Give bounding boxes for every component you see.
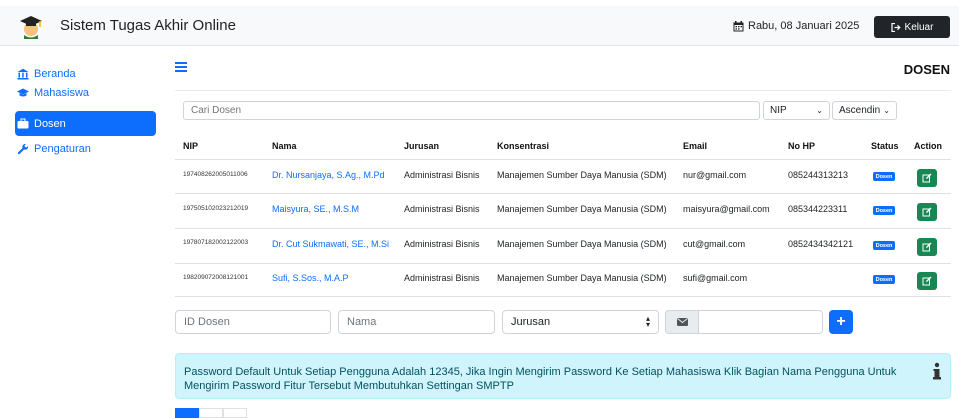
- cell-nama-link[interactable]: Dr. Cut Sukmawati, SE., M.Si: [272, 239, 389, 249]
- add-dosen-button[interactable]: +: [829, 310, 853, 334]
- app-title: Sistem Tugas Akhir Online: [60, 17, 236, 34]
- column-header-nohp: No HP: [788, 141, 815, 151]
- column-header-status: Status: [871, 141, 899, 151]
- sidebar-item-dosen[interactable]: Dosen: [15, 111, 156, 136]
- nama-input[interactable]: Nama: [338, 310, 495, 334]
- column-header-jurusan: Jurusan: [404, 141, 440, 151]
- cell-konsentrasi: Manajemen Sumber Daya Manusia (SDM): [497, 273, 667, 283]
- cell-email: maisyura@gmail.com: [683, 204, 770, 214]
- edit-button[interactable]: [917, 203, 937, 221]
- calendar-icon: [733, 20, 744, 31]
- logout-button[interactable]: Keluar: [874, 16, 950, 38]
- graduation-cap-icon: [17, 88, 29, 97]
- row-divider: [175, 193, 951, 194]
- cell-nama-link[interactable]: Dr. Nursanjaya, S.Ag., M.Pd: [272, 170, 385, 180]
- id-dosen-input[interactable]: ID Dosen: [175, 310, 331, 334]
- page-link-active[interactable]: [175, 408, 199, 418]
- info-alert: Password Default Untuk Setiap Pengguna A…: [175, 353, 951, 399]
- info-icon: [933, 362, 941, 380]
- top-navbar: Sistem Tugas Akhir Online Rabu, 08 Janua…: [0, 6, 959, 46]
- edit-icon: [922, 242, 932, 252]
- sort-order-value: Ascendin: [839, 105, 881, 116]
- page-title: DOSEN: [903, 62, 950, 77]
- date-display: Rabu, 08 Januari 2025: [733, 20, 859, 32]
- sort-field-value: NIP: [770, 105, 787, 116]
- column-header-nip: NIP: [183, 141, 199, 151]
- chevron-down-icon: ⌄: [816, 106, 823, 115]
- sidebar-item-label: Mahasiswa: [34, 87, 90, 99]
- chevron-down-icon: ⌄: [883, 106, 890, 115]
- search-input[interactable]: [183, 101, 760, 120]
- sign-out-icon: [890, 22, 901, 32]
- alert-text: Password Default Untuk Setiap Pengguna A…: [184, 366, 897, 392]
- cell-konsentrasi: Manajemen Sumber Daya Manusia (SDM): [497, 239, 667, 249]
- page-link[interactable]: [199, 408, 223, 418]
- edit-icon: [922, 276, 932, 286]
- cell-nip: 197807182002122003: [183, 239, 249, 246]
- sidebar: Beranda Mahasiswa Dosen Pengaturan: [15, 60, 156, 161]
- cell-jurusan: Administrasi Bisnis: [404, 170, 480, 180]
- cell-nohp: 085244313213: [788, 170, 849, 180]
- page-link[interactable]: [223, 408, 247, 418]
- status-badge: Dosen: [873, 172, 895, 181]
- edit-icon: [922, 207, 932, 217]
- row-divider: [175, 296, 951, 297]
- envelope-icon: [676, 318, 688, 326]
- sort-arrows-icon: ▴ ▾: [645, 314, 650, 329]
- sort-order-select[interactable]: Ascendin ⌄: [832, 101, 897, 120]
- logout-label: Keluar: [904, 21, 934, 33]
- cell-nip: 198209072008121001: [183, 274, 249, 281]
- sort-field-select[interactable]: NIP ⌄: [763, 101, 830, 120]
- cell-konsentrasi: Manajemen Sumber Daya Manusia (SDM): [497, 170, 667, 180]
- cell-nip: 197408262005011006: [183, 171, 248, 178]
- column-header-nama: Nama: [272, 141, 297, 151]
- divider: [175, 90, 951, 91]
- table-header-divider: [175, 159, 951, 160]
- cell-email: sufi@gmail.com: [683, 273, 748, 283]
- sidebar-item-pengaturan[interactable]: Pengaturan: [15, 136, 156, 161]
- cell-nama-link[interactable]: Maisyura, SE., M.S.M: [272, 204, 359, 214]
- status-badge: Dosen: [873, 275, 895, 284]
- status-badge: Dosen: [873, 241, 895, 250]
- cell-nama-link[interactable]: Sufi, S.Sos., M.A.P: [272, 273, 349, 283]
- sidebar-item-label: Pengaturan: [34, 142, 91, 155]
- cell-nohp: 0852434342121: [788, 239, 854, 249]
- email-addon: [665, 310, 699, 334]
- cell-nohp: 085344223311: [788, 204, 848, 214]
- current-date: Rabu, 08 Januari 2025: [748, 20, 860, 32]
- wrench-icon: [17, 143, 29, 154]
- graduate-logo-icon: [20, 16, 42, 39]
- edit-button[interactable]: [917, 169, 937, 187]
- column-header-konsentrasi: Konsentrasi: [497, 141, 550, 151]
- menu-toggle-icon[interactable]: [175, 62, 187, 72]
- cell-jurusan: Administrasi Bisnis: [404, 273, 480, 283]
- edit-button[interactable]: [917, 238, 937, 256]
- column-header-email: Email: [683, 141, 708, 151]
- bank-icon: [17, 68, 29, 79]
- cell-nip: 197505102023212019: [183, 205, 249, 212]
- cell-konsentrasi: Manajemen Sumber Daya Manusia (SDM): [497, 204, 667, 214]
- jurusan-select-value: Jurusan: [511, 316, 551, 328]
- edit-icon: [922, 173, 932, 183]
- row-divider: [175, 263, 951, 264]
- row-divider: [175, 228, 951, 229]
- sidebar-item-label: Beranda: [34, 67, 76, 80]
- briefcase-icon: [17, 118, 29, 128]
- sidebar-item-mahasiswa[interactable]: Mahasiswa: [15, 85, 156, 111]
- sidebar-item-label: Dosen: [34, 117, 66, 130]
- jurusan-select[interactable]: Jurusan ▴ ▾: [502, 310, 659, 334]
- cell-jurusan: Administrasi Bisnis: [404, 204, 480, 214]
- email-input[interactable]: [698, 310, 823, 334]
- sidebar-item-beranda[interactable]: Beranda: [15, 61, 156, 86]
- cell-jurusan: Administrasi Bisnis: [404, 239, 480, 249]
- edit-button[interactable]: [917, 272, 937, 290]
- cell-email: cut@gmail.com: [683, 239, 746, 249]
- column-header-action: Action: [914, 141, 942, 151]
- pagination: [175, 408, 247, 418]
- cell-email: nur@gmail.com: [683, 170, 747, 180]
- status-badge: Dosen: [873, 206, 895, 215]
